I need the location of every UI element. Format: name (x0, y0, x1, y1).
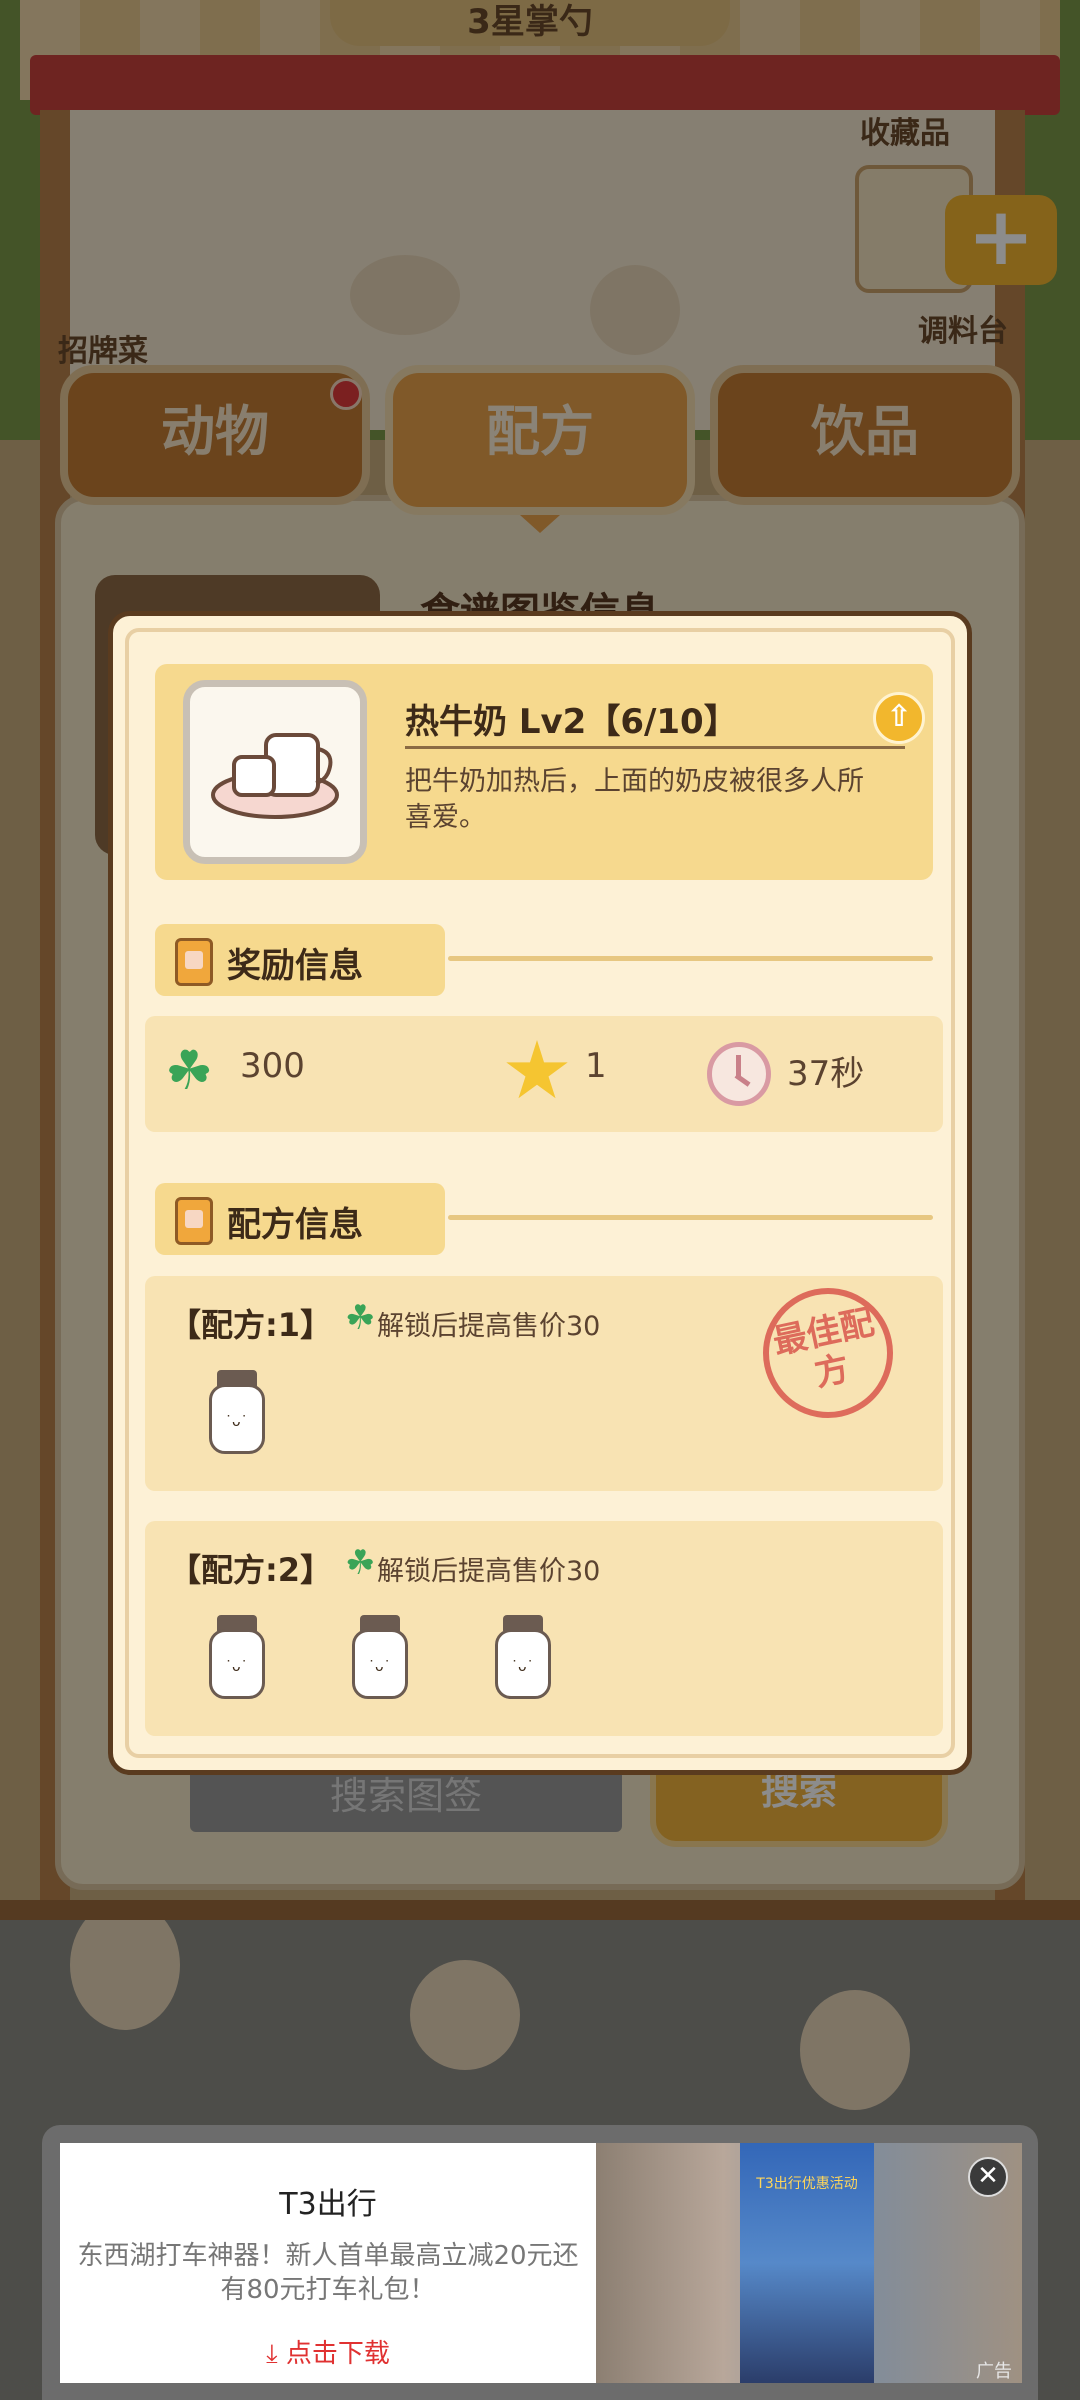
download-icon: ⤓ (266, 2339, 286, 2369)
ad-tag: 广告 (976, 2361, 1012, 2382)
ad-title: T3出行 (279, 2187, 377, 2222)
clover-reward-value: 300 (240, 1046, 305, 1086)
milk-bottle-icon: ˙ᴗ˙ (209, 1370, 265, 1454)
time-reward-value: 37秒 (787, 1054, 865, 1094)
ad-description: 东西湖打车神器！新人首单最高立减20元还有80元打车礼包！ (77, 2241, 579, 2305)
recipe-unlock-text: 解锁后提高售价30 (377, 1311, 601, 1342)
ad-download-link[interactable]: ⤓ 点击下载 (60, 2333, 596, 2370)
recipe-card-2[interactable]: 【配方:2】 ☘ 解锁后提高售价30 ˙ᴗ˙ ˙ᴗ˙ ˙ᴗ˙ (145, 1521, 943, 1736)
recipe-title: 【配方:1】 (169, 1306, 333, 1344)
milk-bottle-icon: ˙ᴗ˙ (495, 1615, 551, 1699)
item-name-underline (405, 746, 905, 749)
ad-poster-text: T3出行优惠活动 (756, 2176, 858, 2192)
ad-cta-label: 点击下载 (285, 2339, 390, 2369)
recipe-detail-popup: 热牛奶 Lv2【6/10】 ⇧ 把牛奶加热后，上面的奶皮被很多人所喜爱。 奖励信… (108, 611, 972, 1775)
star-reward-value: 1 (585, 1046, 607, 1086)
star-icon (506, 1040, 568, 1099)
reward-row: ☘ 300 1 37秒 (145, 1016, 943, 1132)
ad-image[interactable]: T3出行优惠活动 (596, 2143, 1022, 2383)
item-description: 把牛奶加热后，上面的奶皮被很多人所喜爱。 (405, 766, 864, 833)
reward-section-title: 奖励信息 (227, 946, 363, 986)
clover-icon: ☘ (345, 1543, 376, 1583)
best-recipe-stamp: 最佳配方 (750, 1275, 906, 1431)
recipe-section-header: 配方信息 (155, 1183, 445, 1255)
milk-bottle-icon: ˙ᴗ˙ (209, 1615, 265, 1699)
recipe-card-1[interactable]: 【配方:1】 ☘ 解锁后提高售价30 ˙ᴗ˙ 最佳配方 (145, 1275, 943, 1491)
section-divider (448, 1215, 933, 1220)
recipe-unlock-text: 解锁后提高售价30 (377, 1556, 601, 1587)
milk-jug-illustration (211, 733, 339, 819)
ad-poster: T3出行优惠活动 (740, 2143, 874, 2383)
clipboard-icon (175, 938, 213, 986)
clipboard-icon (175, 1197, 213, 1245)
milk-bottle-icon: ˙ᴗ˙ (352, 1615, 408, 1699)
clover-icon: ☘ (345, 1298, 376, 1338)
close-icon[interactable]: ✕ (968, 2157, 1008, 2197)
item-info-card: 热牛奶 Lv2【6/10】 ⇧ 把牛奶加热后，上面的奶皮被很多人所喜爱。 (155, 664, 933, 880)
reward-section-header: 奖励信息 (155, 924, 445, 996)
clover-icon: ☘ (165, 1039, 214, 1102)
ad-text-area[interactable]: T3出行 东西湖打车神器！新人首单最高立减20元还有80元打车礼包！ ⤓ 点击下… (60, 2143, 596, 2383)
ad-banner[interactable]: T3出行 东西湖打车神器！新人首单最高立减20元还有80元打车礼包！ ⤓ 点击下… (42, 2125, 1038, 2400)
clock-icon (707, 1042, 771, 1106)
item-name: 热牛奶 Lv2【6/10】 (405, 702, 738, 742)
recipe-section-title: 配方信息 (227, 1205, 363, 1245)
upgrade-arrow-icon[interactable]: ⇧ (873, 692, 925, 744)
recipe-title: 【配方:2】 (169, 1551, 333, 1589)
hot-milk-icon (183, 680, 367, 864)
section-divider (448, 956, 933, 961)
